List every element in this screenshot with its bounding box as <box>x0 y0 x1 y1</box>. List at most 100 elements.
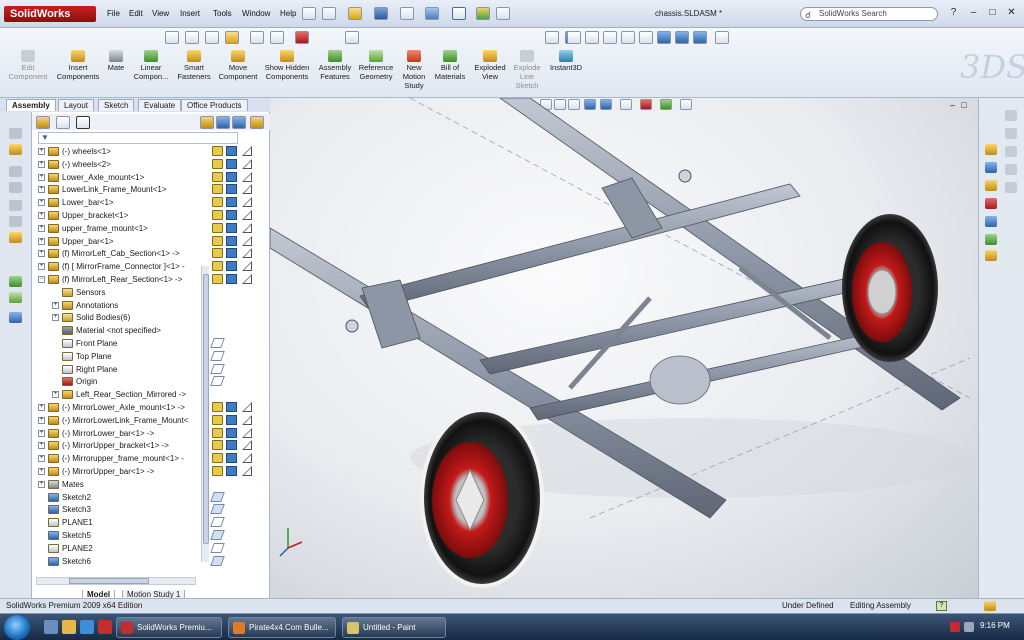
strip-tool-icon[interactable] <box>9 128 22 139</box>
file-explorer-icon[interactable] <box>985 180 997 191</box>
move-component-button[interactable]: Move Component <box>216 50 260 81</box>
sketch-tool-icon-5[interactable] <box>1005 182 1017 193</box>
mass-properties-icon[interactable] <box>270 31 284 44</box>
help-icon[interactable]: ? <box>946 6 961 20</box>
design-library-icon[interactable] <box>985 162 997 173</box>
panel-tool-icon-3[interactable] <box>232 116 246 129</box>
tab-evaluate[interactable]: Evaluate <box>138 99 182 111</box>
panel-tool-icon-1[interactable] <box>200 116 214 129</box>
tree-vertical-scrollbar[interactable] <box>201 266 209 562</box>
tab-office-products[interactable]: Office Products <box>181 99 248 111</box>
search-input[interactable]: ☌ SolidWorks Search <box>800 7 938 21</box>
tree-horizontal-scrollbar[interactable] <box>36 577 196 585</box>
sum-icon[interactable] <box>250 31 264 44</box>
sketch-tool-icon-4[interactable] <box>1005 164 1017 175</box>
featuremanager-tab-icon[interactable] <box>36 116 50 129</box>
front-view-icon[interactable] <box>567 31 581 44</box>
explode-line-sketch-button[interactable]: Explode Line Sketch <box>510 50 544 90</box>
configurationmanager-tab-icon[interactable] <box>76 116 90 129</box>
strip-sweep-icon[interactable] <box>9 292 22 303</box>
sketch-tool-icon-2[interactable] <box>1005 128 1017 139</box>
right-view-icon[interactable] <box>621 31 635 44</box>
tree-expand-toggle[interactable]: − <box>38 276 45 283</box>
solidworks-resources-icon[interactable] <box>985 144 997 155</box>
smart-dimension-icon[interactable] <box>185 31 199 44</box>
start-button[interactable] <box>4 615 30 640</box>
tree-expand-toggle[interactable]: + <box>38 186 45 194</box>
print-icon[interactable] <box>400 7 414 20</box>
task-solidworks[interactable]: SolidWorks Premiu... <box>116 617 222 638</box>
dimetric-view-icon[interactable] <box>693 31 707 44</box>
menu-file[interactable]: File <box>107 9 120 18</box>
normal-to-icon[interactable] <box>715 31 729 44</box>
chassis-model[interactable] <box>270 98 978 598</box>
table-icon[interactable] <box>205 31 219 44</box>
menu-edit[interactable]: Edit <box>129 9 143 18</box>
open-folder-icon[interactable] <box>348 7 362 20</box>
show-hidden-components-button[interactable]: Show Hidden Components <box>263 50 311 81</box>
menu-window[interactable]: Window <box>242 9 270 18</box>
tree-expand-toggle[interactable]: + <box>38 455 45 463</box>
view-orientation-icon[interactable] <box>345 31 359 44</box>
tree-expand-toggle[interactable]: + <box>38 212 45 219</box>
tree-expand-toggle[interactable]: + <box>38 468 45 475</box>
view-palette-icon[interactable] <box>985 216 997 227</box>
mate-button[interactable]: Mate <box>104 50 128 72</box>
tree-expand-toggle[interactable]: + <box>52 301 59 309</box>
tree-expand-toggle[interactable]: + <box>38 148 45 155</box>
graphics-area[interactable]: – □ <box>270 98 978 598</box>
hscroll-thumb[interactable] <box>69 578 149 584</box>
status-pin-icon[interactable] <box>984 601 996 611</box>
edit-component-button[interactable]: Edit Component <box>6 50 50 81</box>
menu-help[interactable]: Help <box>280 9 296 18</box>
new-document-icon[interactable] <box>322 7 336 20</box>
tree-expand-toggle[interactable]: + <box>52 391 59 399</box>
menu-tools[interactable]: Tools <box>213 9 232 18</box>
note-icon[interactable] <box>225 31 239 44</box>
left-view-icon[interactable] <box>603 31 617 44</box>
trimetric-view-icon[interactable] <box>675 31 689 44</box>
internet-explorer-icon[interactable] <box>80 620 94 634</box>
tree-expand-toggle[interactable]: + <box>52 314 59 322</box>
strip-feature-icon[interactable] <box>9 216 22 227</box>
volume-icon[interactable] <box>964 622 974 632</box>
strip-pattern-icon[interactable] <box>9 276 22 287</box>
panel-tool-icon-4[interactable] <box>250 116 264 129</box>
reference-geometry-button[interactable]: Reference Geometry <box>356 50 396 81</box>
tree-expand-toggle[interactable]: + <box>38 263 45 271</box>
new-motion-study-button[interactable]: New Motion Study <box>398 50 430 90</box>
tree-expand-toggle[interactable]: + <box>38 250 45 258</box>
save-icon[interactable] <box>374 7 388 20</box>
restore-button[interactable]: □ <box>985 6 1000 20</box>
minimize-button[interactable]: – <box>966 6 981 20</box>
sketch-tool-icon-1[interactable] <box>1005 110 1017 121</box>
propertymanager-tab-icon[interactable] <box>56 116 70 129</box>
exploded-view-button[interactable]: Exploded View <box>472 50 508 81</box>
solidworks-quicklaunch-icon[interactable] <box>98 620 112 634</box>
undo-icon[interactable] <box>425 7 439 20</box>
back-view-icon[interactable] <box>585 31 599 44</box>
assembly-features-button[interactable]: Assembly Features <box>315 50 355 81</box>
task-paint[interactable]: Untitled - Paint <box>342 617 446 638</box>
insert-components-button[interactable]: Insert Components <box>52 50 104 81</box>
tab-layout[interactable]: Layout <box>58 99 95 111</box>
tree-expand-toggle[interactable]: + <box>38 160 45 168</box>
panel-tool-icon-2[interactable] <box>216 116 230 129</box>
cube-view-icon[interactable] <box>545 31 559 44</box>
close-button[interactable]: ✕ <box>1004 6 1019 20</box>
tree-expand-toggle[interactable]: + <box>38 442 45 450</box>
tree-expand-toggle[interactable]: + <box>38 416 45 424</box>
bill-of-materials-button[interactable]: Bill of Materials <box>432 50 468 81</box>
scroll-thumb[interactable] <box>203 274 209 544</box>
tree-expand-toggle[interactable]: + <box>38 480 45 488</box>
tree-expand-toggle[interactable]: + <box>38 429 45 437</box>
sketch-tool-icon-3[interactable] <box>1005 146 1017 157</box>
tree-expand-toggle[interactable]: + <box>38 199 45 207</box>
tab-assembly[interactable]: Assembly <box>6 99 56 111</box>
explorer-icon[interactable] <box>62 620 76 634</box>
strip-line-icon[interactable] <box>9 182 22 193</box>
appearances-icon[interactable] <box>985 234 997 245</box>
measure-icon[interactable] <box>295 31 309 44</box>
options-icon[interactable] <box>496 7 510 20</box>
rebuild-icon[interactable] <box>476 7 490 20</box>
